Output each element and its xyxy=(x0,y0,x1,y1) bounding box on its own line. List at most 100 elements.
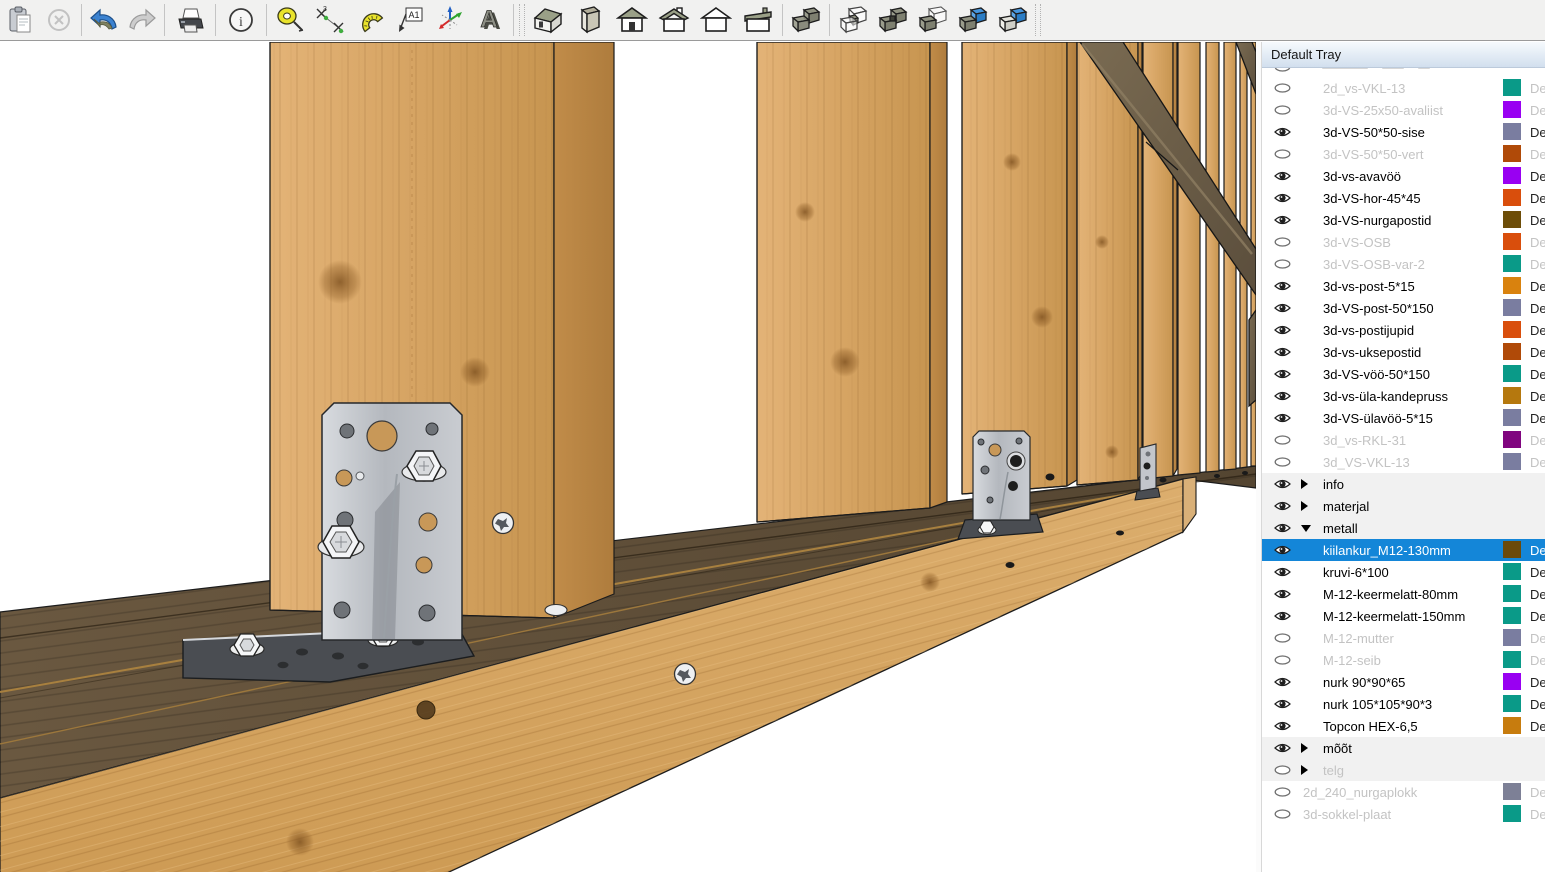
eye-visible-icon[interactable] xyxy=(1272,478,1292,490)
tag-row[interactable]: M-12-seibDe xyxy=(1262,649,1545,671)
eye-visible-icon[interactable] xyxy=(1272,214,1292,226)
redo-button[interactable] xyxy=(123,2,161,38)
eye-visible-icon[interactable] xyxy=(1272,412,1292,424)
color-swatch[interactable] xyxy=(1503,123,1521,140)
tag-row[interactable]: 2d_240_nurgaplokkDe xyxy=(1262,781,1545,803)
color-swatch[interactable] xyxy=(1503,101,1521,118)
eye-hidden-icon[interactable] xyxy=(1272,456,1292,468)
tag-group-row[interactable]: telg xyxy=(1262,759,1545,781)
iso-view-button[interactable] xyxy=(527,2,569,38)
tag-row[interactable]: 3d-VS-OSB-var-2De xyxy=(1262,253,1545,275)
tag-row[interactable]: 3d-VS-post-50*150De xyxy=(1262,297,1545,319)
color-swatch[interactable] xyxy=(1503,453,1521,470)
wall-stud[interactable] xyxy=(1178,42,1200,475)
model-info-button[interactable]: i xyxy=(219,2,263,38)
tag-row[interactable]: kiilankur_M12-130mmDe xyxy=(1262,539,1545,561)
tag-row[interactable]: 3d-vs-avavööDe xyxy=(1262,165,1545,187)
eye-visible-icon[interactable] xyxy=(1272,588,1292,600)
color-swatch[interactable] xyxy=(1503,651,1521,668)
tag-group-row[interactable]: mõõt xyxy=(1262,737,1545,759)
eye-visible-icon[interactable] xyxy=(1272,698,1292,710)
back-view-button[interactable] xyxy=(695,2,737,38)
expand-arrow-icon[interactable] xyxy=(1301,479,1308,489)
undo-button[interactable] xyxy=(85,2,123,38)
angle-bracket[interactable] xyxy=(183,403,474,682)
tag-row[interactable]: 3d-VS-50*50-vertDe xyxy=(1262,143,1545,165)
eye-hidden-icon[interactable] xyxy=(1272,632,1292,644)
color-swatch[interactable] xyxy=(1503,431,1521,448)
clipped-tag-row[interactable] xyxy=(1262,68,1545,77)
tag-group-row[interactable]: metall xyxy=(1262,517,1545,539)
color-swatch[interactable] xyxy=(1503,145,1521,162)
tag-row[interactable]: 3d-sokkel-plaatDe xyxy=(1262,803,1545,825)
eye-visible-icon[interactable] xyxy=(1272,280,1292,292)
cancel-button[interactable] xyxy=(40,2,78,38)
eye-hidden-icon[interactable] xyxy=(1272,236,1292,248)
xray-button[interactable] xyxy=(786,2,826,38)
color-swatch[interactable] xyxy=(1503,321,1521,338)
eye-visible-icon[interactable] xyxy=(1272,566,1292,578)
eye-visible-icon[interactable] xyxy=(1272,390,1292,402)
color-swatch[interactable] xyxy=(1503,805,1521,822)
eye-hidden-icon[interactable] xyxy=(1272,82,1292,94)
eye-hidden-icon[interactable] xyxy=(1272,148,1292,160)
eye-visible-icon[interactable] xyxy=(1272,522,1292,534)
color-swatch[interactable] xyxy=(1503,299,1521,316)
color-swatch[interactable] xyxy=(1503,563,1521,580)
eye-visible-icon[interactable] xyxy=(1272,500,1292,512)
model-viewport[interactable] xyxy=(0,42,1256,872)
eye-visible-icon[interactable] xyxy=(1272,192,1292,204)
tag-row[interactable]: nurk 90*90*65De xyxy=(1262,671,1545,693)
eye-visible-icon[interactable] xyxy=(1272,544,1292,556)
tag-row[interactable]: Topcon HEX-6,5De xyxy=(1262,715,1545,737)
eye-hidden-icon[interactable] xyxy=(1272,654,1292,666)
eye-hidden-icon[interactable] xyxy=(1272,258,1292,270)
color-swatch[interactable] xyxy=(1503,409,1521,426)
color-swatch[interactable] xyxy=(1503,211,1521,228)
expand-arrow-icon[interactable] xyxy=(1301,501,1308,511)
tag-row[interactable]: 2d_vs-VKL-13De xyxy=(1262,77,1545,99)
tag-row[interactable]: 3d-vs-postijupidDe xyxy=(1262,319,1545,341)
tag-row[interactable]: 3d-vs-üla-kandeprussDe xyxy=(1262,385,1545,407)
eye-hidden-icon[interactable] xyxy=(1272,808,1292,820)
tag-row[interactable]: 3d_vs-RKL-31De xyxy=(1262,429,1545,451)
color-swatch[interactable] xyxy=(1503,541,1521,558)
eye-hidden-icon[interactable] xyxy=(1272,434,1292,446)
shaded-button[interactable] xyxy=(913,2,953,38)
color-swatch[interactable] xyxy=(1503,189,1521,206)
wall-stud[interactable] xyxy=(962,42,1077,494)
tag-row[interactable]: M-12-keermelatt-150mmDe xyxy=(1262,605,1545,627)
eye-visible-icon[interactable] xyxy=(1272,302,1292,314)
tag-row[interactable]: 3d-VS-OSBDe xyxy=(1262,231,1545,253)
front-view-button[interactable] xyxy=(611,2,653,38)
tag-row[interactable]: M-12-keermelatt-80mmDe xyxy=(1262,583,1545,605)
eye-visible-icon[interactable] xyxy=(1272,610,1292,622)
eye-visible-icon[interactable] xyxy=(1272,126,1292,138)
tag-group-row[interactable]: info xyxy=(1262,473,1545,495)
tag-row[interactable]: M-12-mutterDe xyxy=(1262,627,1545,649)
color-swatch[interactable] xyxy=(1503,629,1521,646)
toolbar-grip[interactable] xyxy=(1035,4,1041,36)
print-button[interactable] xyxy=(168,2,212,38)
wall-stud[interactable] xyxy=(757,42,947,522)
color-swatch[interactable] xyxy=(1503,585,1521,602)
protractor-button[interactable] xyxy=(350,2,390,38)
axes-tool-button[interactable] xyxy=(430,2,470,38)
eye-visible-icon[interactable] xyxy=(1272,170,1292,182)
eye-visible-icon[interactable] xyxy=(1272,742,1292,754)
eye-hidden-icon[interactable] xyxy=(1272,764,1292,776)
color-swatch[interactable] xyxy=(1503,233,1521,250)
color-swatch[interactable] xyxy=(1503,79,1521,96)
eye-hidden-icon[interactable] xyxy=(1272,68,1292,73)
tag-row[interactable]: 3d-VS-ülavöö-5*15De xyxy=(1262,407,1545,429)
monochrome-button[interactable] xyxy=(993,2,1033,38)
paste-button[interactable] xyxy=(2,2,40,38)
color-swatch[interactable] xyxy=(1503,167,1521,184)
tray-title[interactable]: Default Tray xyxy=(1262,42,1545,68)
tag-row[interactable]: 3d_VS-VKL-13De xyxy=(1262,451,1545,473)
tag-row[interactable]: nurk 105*105*90*3De xyxy=(1262,693,1545,715)
tag-row[interactable]: 3d-VS-25x50-avaliistDe xyxy=(1262,99,1545,121)
color-swatch[interactable] xyxy=(1503,365,1521,382)
tag-row[interactable]: 3d-vs-uksepostidDe xyxy=(1262,341,1545,363)
color-swatch[interactable] xyxy=(1503,343,1521,360)
